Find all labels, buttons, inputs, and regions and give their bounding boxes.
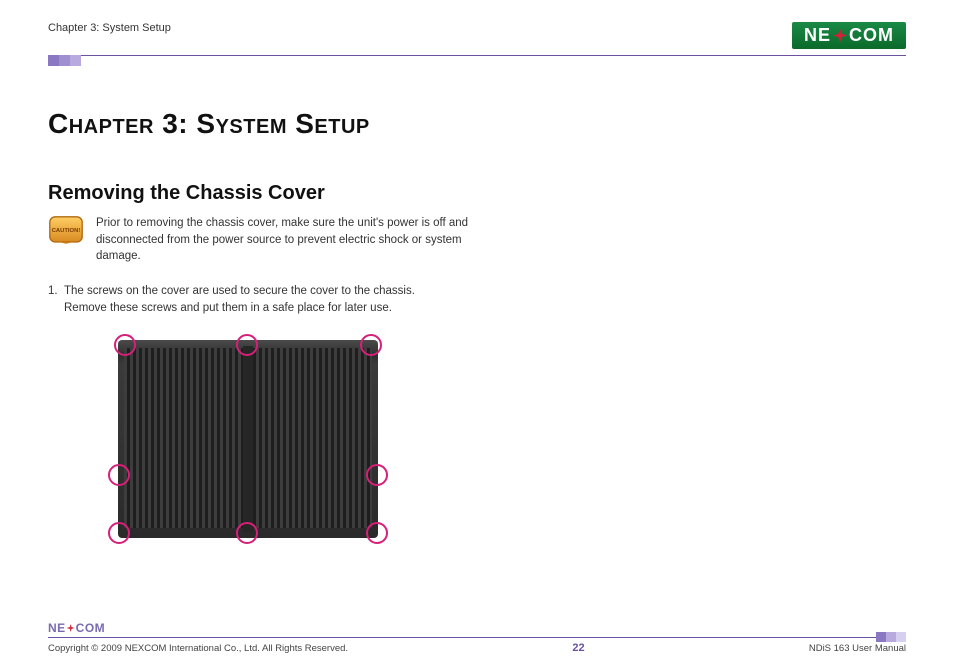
brand-logo-right: COM [849,25,894,46]
header-chapter-label: Chapter 3: System Setup [48,22,171,34]
header-accent-squares [48,55,906,66]
screw-marker-8 [366,522,388,544]
caution-callout: CAUTION! Prior to removing the chassis c… [48,215,478,265]
brand-x-icon [833,29,847,43]
section-title: Removing the Chassis Cover [48,182,906,205]
chassis-figure [108,334,388,544]
screw-marker-5 [366,464,388,486]
screw-marker-6 [108,522,130,544]
step-1-line1: The screws on the cover are used to secu… [64,285,415,297]
caution-text: Prior to removing the chassis cover, mak… [96,215,478,265]
step-1-number: 1. [48,283,64,300]
brand-logo: NE COM [792,22,906,49]
footer-accent-squares [876,632,906,642]
screw-marker-7 [236,522,258,544]
chapter-title: Chapter 3: System Setup [48,108,906,140]
footer-brand-right: COM [76,621,106,635]
footer-doc-name: NDiS 163 User Manual [809,643,906,654]
page-number: 22 [572,642,584,654]
step-1: 1.The screws on the cover are used to se… [48,283,478,316]
svg-text:CAUTION!: CAUTION! [52,228,81,234]
footer-brand: NE COM [48,621,906,635]
step-1-line2: Remove these screws and put them in a sa… [48,300,478,317]
footer-divider [48,637,906,638]
footer-x-icon [67,624,75,632]
screw-marker-3 [360,334,382,356]
chassis-body [118,340,378,538]
caution-icon: CAUTION! [48,215,84,251]
footer-brand-left: NE [48,621,66,635]
brand-logo-left: NE [804,25,831,46]
footer-copyright: Copyright © 2009 NEXCOM International Co… [48,643,348,654]
